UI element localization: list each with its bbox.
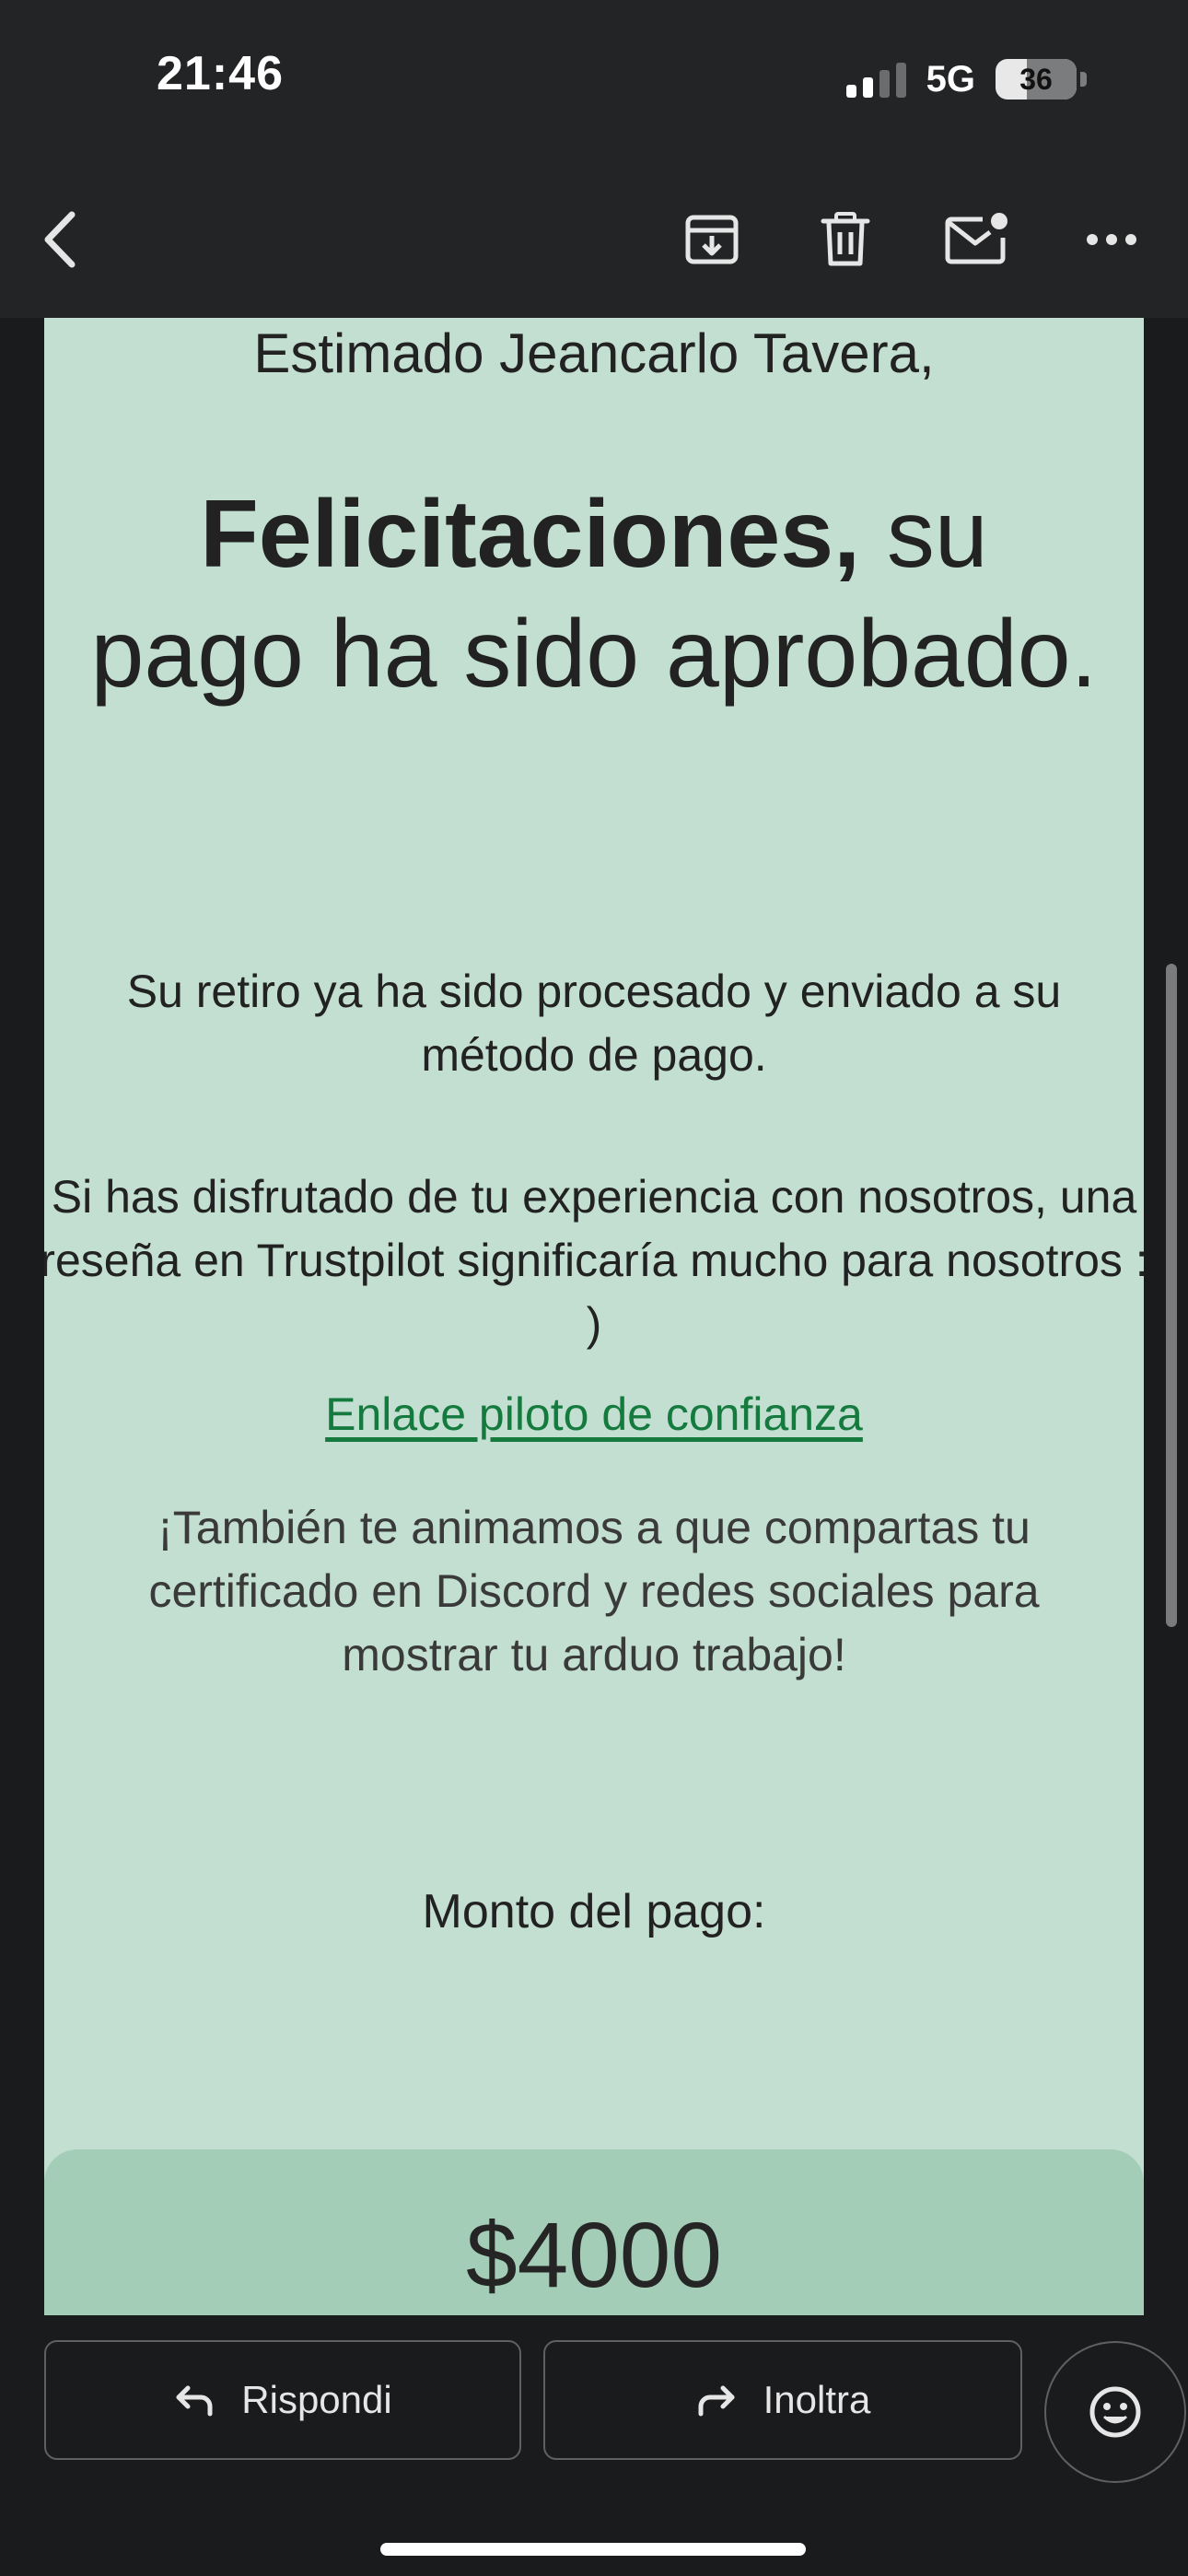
delete-button[interactable] xyxy=(804,198,887,281)
signal-icon xyxy=(845,61,906,98)
chevron-left-icon xyxy=(44,211,76,268)
more-icon xyxy=(1087,234,1136,245)
forward-icon xyxy=(698,2385,735,2417)
paragraph-share: ¡También te animamos a que compartas tu … xyxy=(148,1502,1040,1680)
paragraph-trustpilot: Si has disfrutado de tu experiencia con … xyxy=(44,1171,1144,1350)
forward-label: Inoltra xyxy=(763,2378,871,2421)
mail-unread-icon xyxy=(945,213,1007,264)
archive-button[interactable] xyxy=(670,198,753,281)
headline: Felicitaciones, su pago ha sido aprobado… xyxy=(44,474,1144,714)
trustpilot-link-row: Enlace piloto de confianza xyxy=(44,1383,1144,1446)
headline-rest-1: su xyxy=(860,481,988,588)
scrollbar[interactable] xyxy=(1166,964,1177,1627)
amount-label: Monto del pago: xyxy=(422,1885,766,1938)
headline-rest-2: pago ha sido aprobado. xyxy=(90,601,1098,708)
more-button[interactable] xyxy=(1070,198,1153,281)
status-time: 21:46 xyxy=(157,47,284,100)
network-type: 5G xyxy=(926,58,975,100)
amount-box: $4000 xyxy=(44,2149,1144,2315)
email-body[interactable]: Estimado Jeancarlo Tavera, Felicitacione… xyxy=(44,318,1144,2315)
archive-icon xyxy=(685,215,739,264)
reply-button[interactable]: Rispondi xyxy=(44,2340,521,2460)
paragraph-processed: Su retiro ya ha sido procesado y enviado… xyxy=(126,966,1062,1081)
trustpilot-link[interactable]: Enlace piloto de confianza xyxy=(325,1388,863,1440)
reply-icon xyxy=(176,2385,213,2417)
mark-unread-button[interactable] xyxy=(936,198,1019,281)
greeting-text: Estimado Jeancarlo Tavera, xyxy=(253,322,935,384)
top-bar: 21:46 5G 36 xyxy=(0,0,1188,318)
forward-button[interactable]: Inoltra xyxy=(543,2340,1022,2460)
battery-icon: 36 xyxy=(996,59,1077,100)
email-screen: Estimado Jeancarlo Tavera, Felicitacione… xyxy=(0,0,1188,2576)
emoji-reaction-icon xyxy=(1089,2386,1141,2438)
trash-icon xyxy=(821,212,870,266)
back-button[interactable] xyxy=(18,198,101,281)
battery-level: 36 xyxy=(1019,63,1053,96)
status-icons: 5G 36 xyxy=(845,55,1087,103)
headline-bold: Felicitaciones, xyxy=(200,481,860,588)
home-indicator[interactable] xyxy=(380,2543,806,2556)
emoji-reaction-button[interactable] xyxy=(1044,2341,1186,2483)
reply-label: Rispondi xyxy=(241,2378,392,2421)
amount-value: $4000 xyxy=(465,2204,723,2307)
battery-tip xyxy=(1080,72,1087,87)
